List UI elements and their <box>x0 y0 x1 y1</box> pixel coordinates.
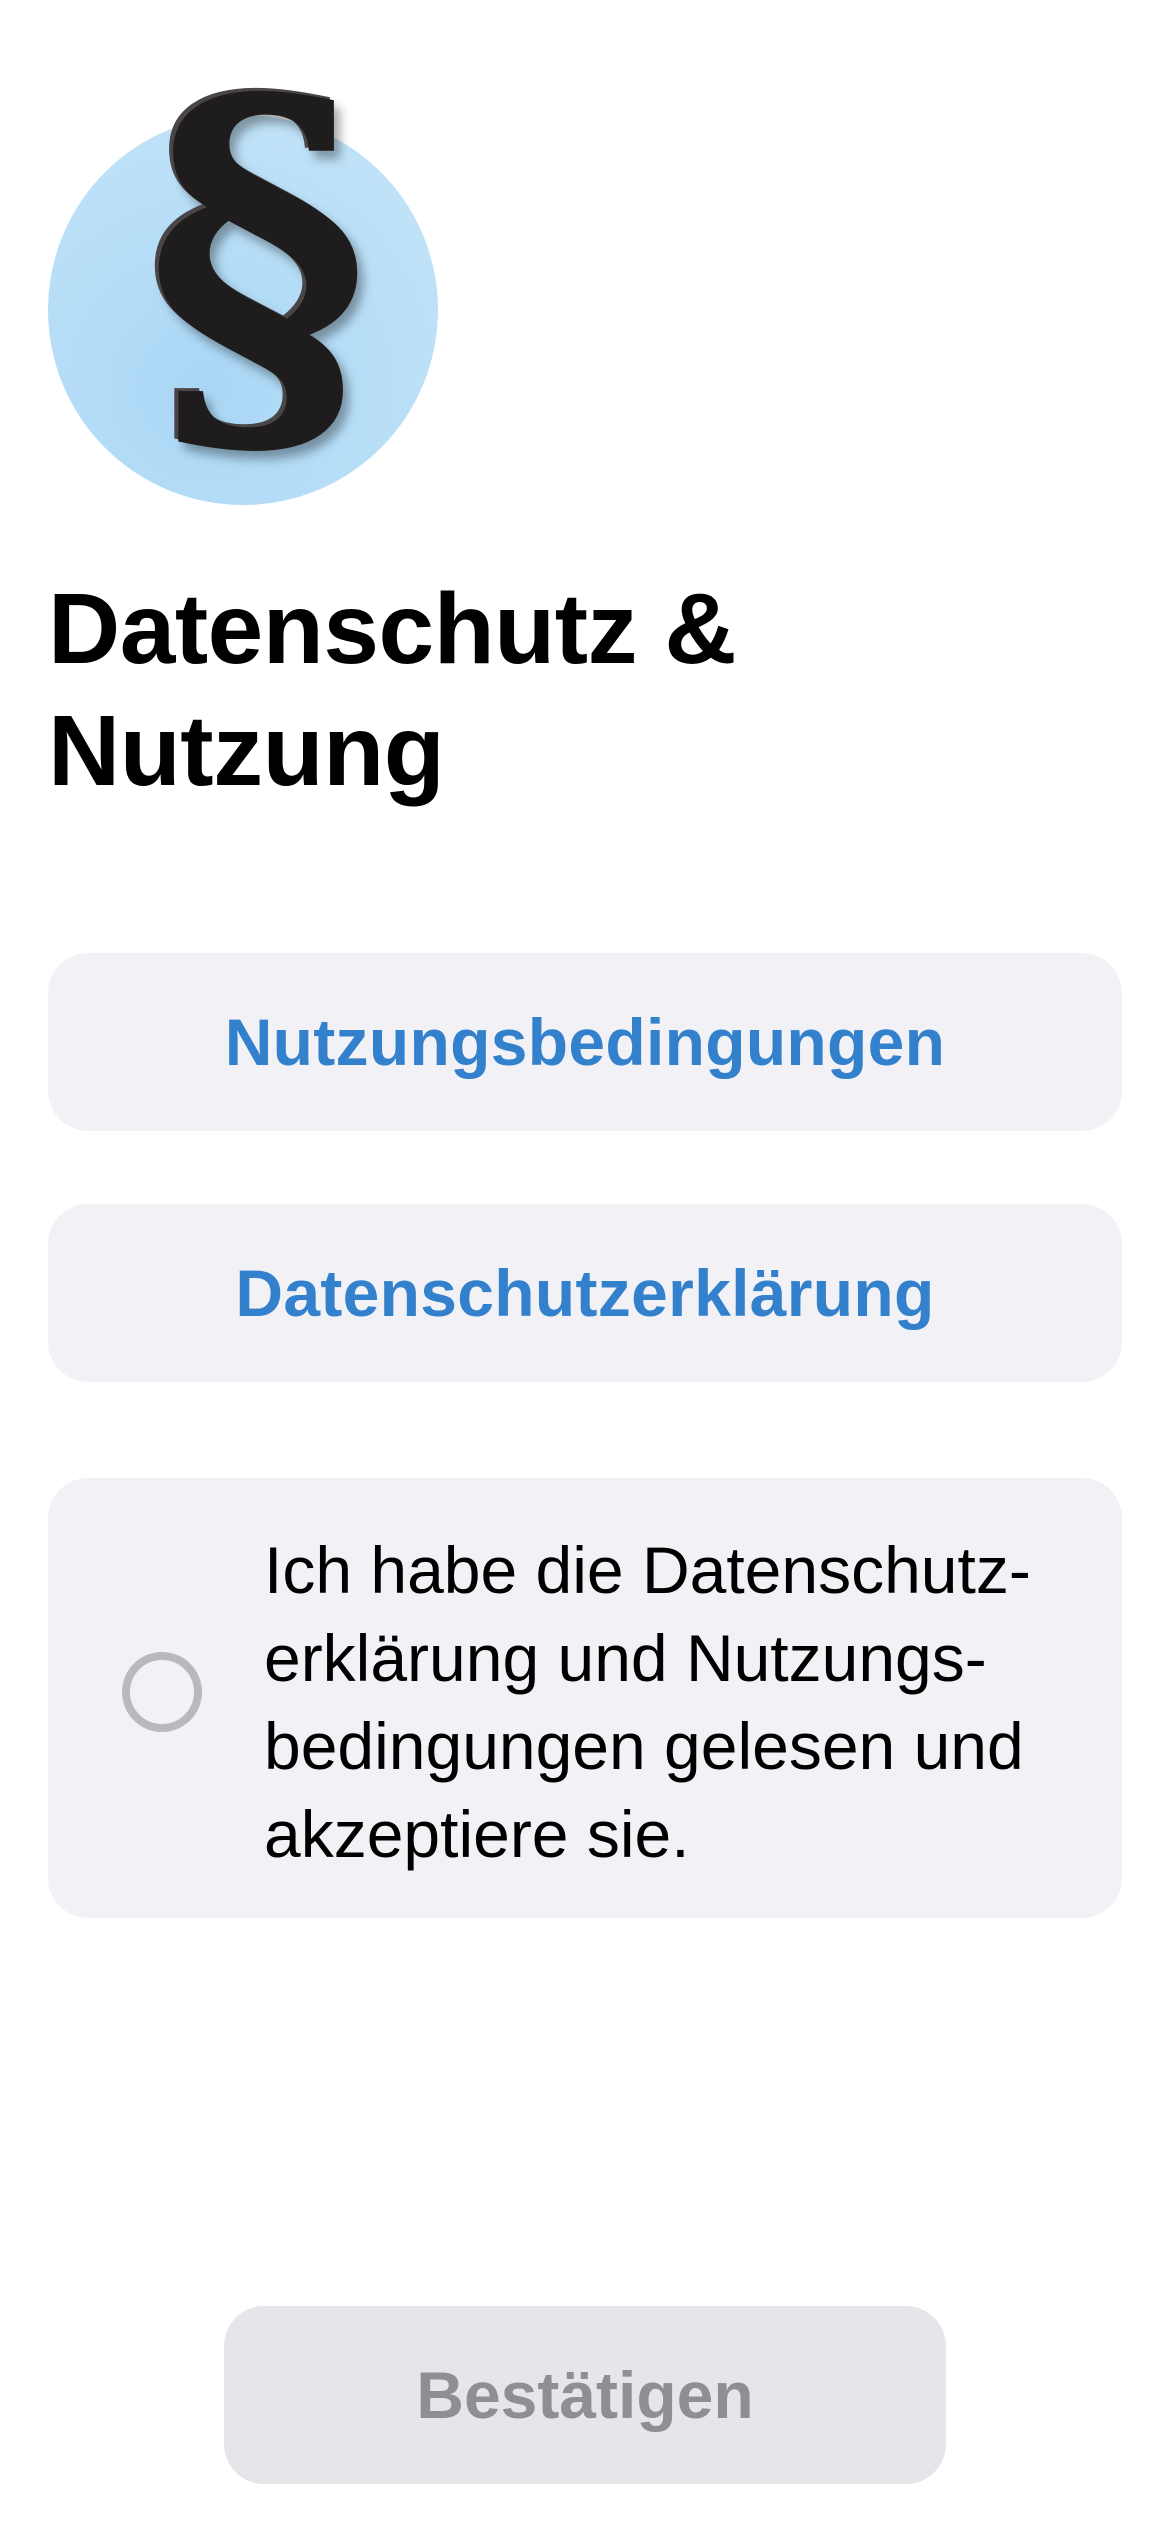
terms-of-use-label: Nutzungsbedingungen <box>224 1005 946 1079</box>
page-title: Datenschutz & Nutzung <box>48 573 737 807</box>
section-sign-icon: § <box>145 7 371 512</box>
hero-illustration: § <box>48 30 448 505</box>
consent-radio-button[interactable] <box>122 1652 202 1732</box>
privacy-policy-label: Datenschutzerklärung <box>235 1256 935 1330</box>
consent-card[interactable]: Ich habe die Datenschutz- erklärung und … <box>48 1478 1122 1918</box>
consent-text: Ich habe die Datenschutz- erklärung und … <box>264 1533 1031 1871</box>
confirm-button[interactable]: Bestätigen <box>224 2306 946 2484</box>
confirm-button-label: Bestätigen <box>416 2358 754 2432</box>
privacy-policy-button[interactable]: Datenschutzerklärung <box>48 1204 1122 1382</box>
terms-of-use-button[interactable]: Nutzungsbedingungen <box>48 953 1122 1131</box>
